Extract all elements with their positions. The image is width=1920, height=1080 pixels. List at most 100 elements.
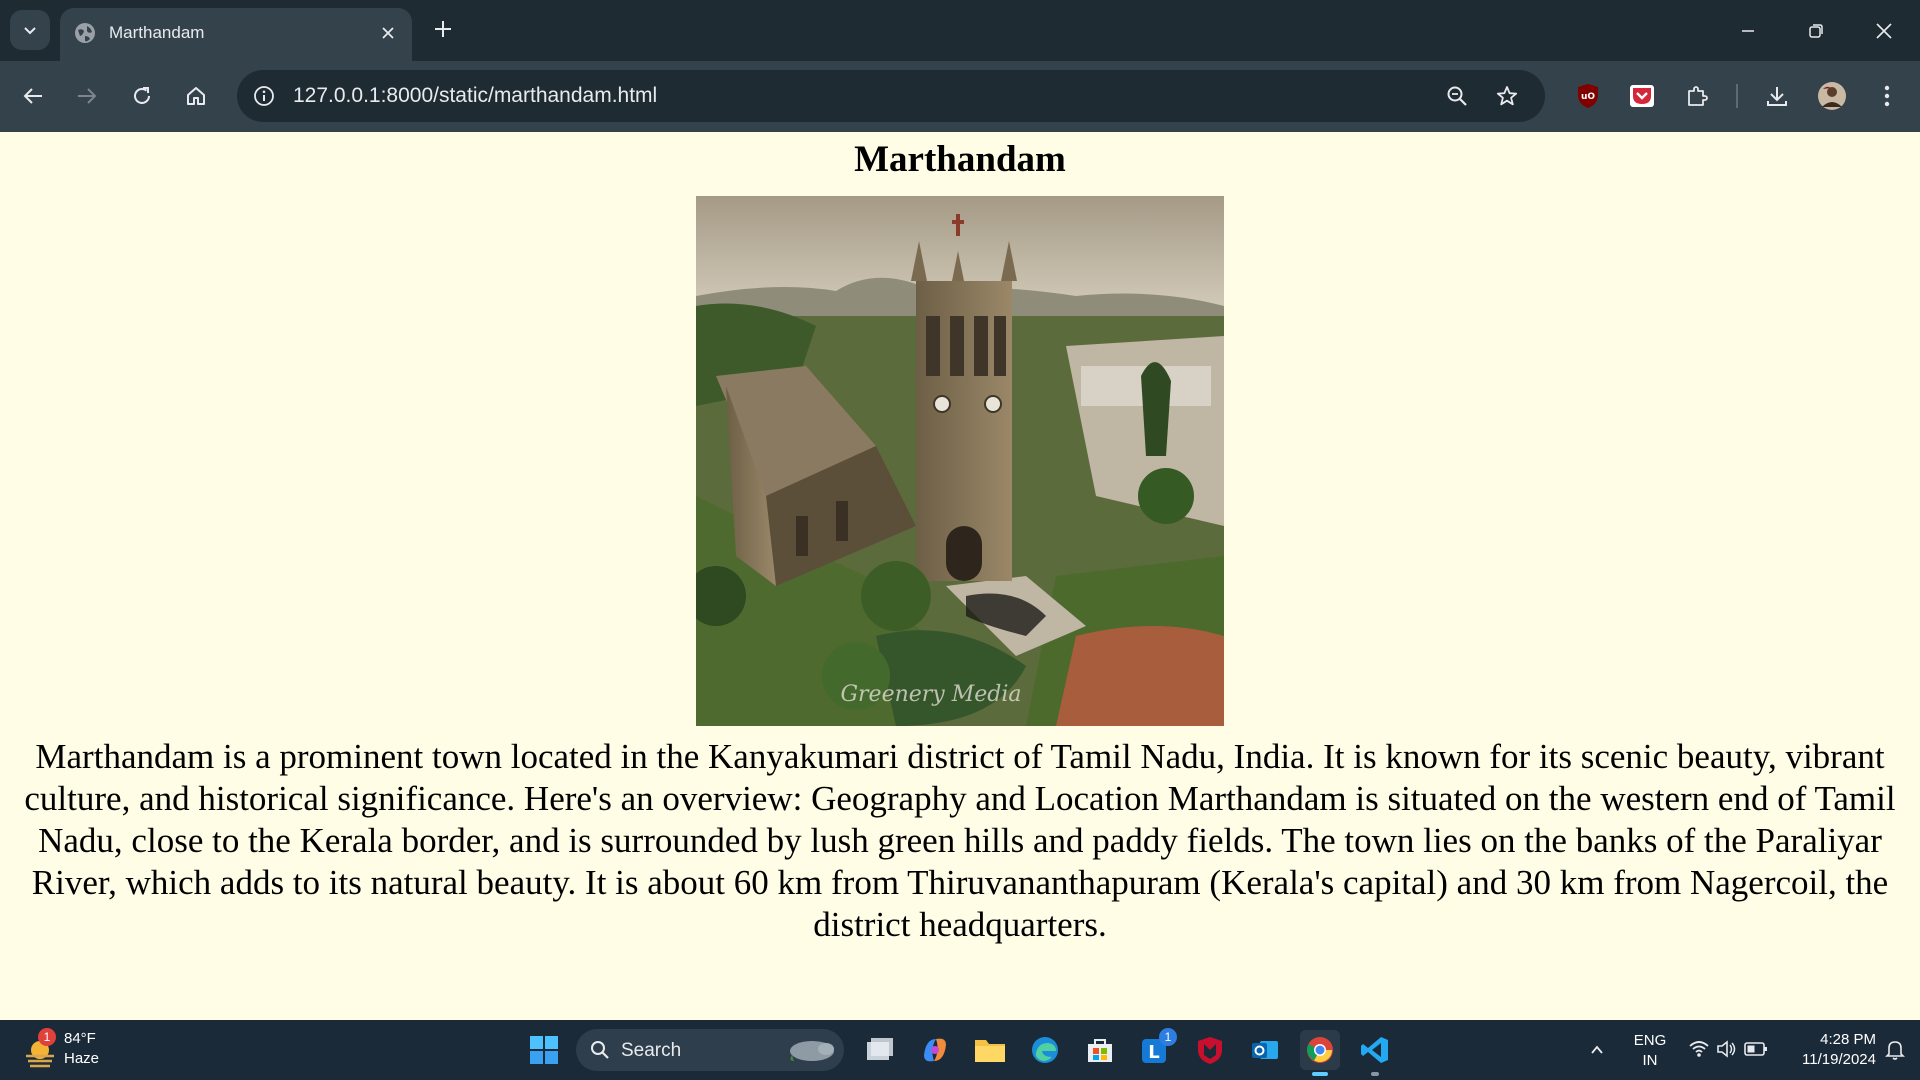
bookmark-button[interactable]: [1491, 80, 1523, 112]
volume-icon: [1717, 1040, 1736, 1058]
info-icon: [254, 86, 274, 106]
svg-text:uO: uO: [1581, 92, 1595, 102]
home-button[interactable]: [177, 77, 215, 115]
copilot-icon: [924, 1038, 946, 1062]
minimize-icon: [1742, 29, 1754, 32]
store-icon: [1088, 1039, 1112, 1062]
home-icon: [187, 87, 205, 105]
language-region: IN: [1642, 1052, 1658, 1069]
task-view-icon: [867, 1038, 893, 1060]
chrome-active-indicator: [1312, 1072, 1328, 1076]
tab-title: Marthandam: [109, 23, 205, 42]
extensions-button[interactable]: [1678, 77, 1716, 115]
weather-badge: 1: [38, 1028, 56, 1046]
url-text[interactable]: 127.0.0.1:8000/static/marthandam.html: [293, 84, 657, 108]
pocket-icon: [1630, 85, 1654, 107]
linkedin-badge: 1: [1159, 1028, 1177, 1046]
taskbar-app-task-view[interactable]: [860, 1030, 900, 1070]
minimize-button[interactable]: [1714, 0, 1782, 61]
taskbar-app-copilot[interactable]: [915, 1030, 955, 1070]
ublock-extension-button[interactable]: uO: [1569, 77, 1607, 115]
system-tray-status[interactable]: [1684, 1038, 1772, 1062]
clock-time: 4:28 PM: [1820, 1031, 1876, 1048]
tab-search-button[interactable]: [10, 10, 50, 50]
puzzle-icon: [1688, 86, 1708, 106]
browser-tab-strip: Marthandam: [0, 0, 1920, 61]
taskbar-app-edge[interactable]: [1025, 1030, 1065, 1070]
vscode-icon: [1361, 1037, 1388, 1063]
language-indicator[interactable]: ENG IN: [1624, 1030, 1676, 1070]
taskbar-app-outlook[interactable]: [1245, 1030, 1285, 1070]
battery-icon: [1744, 1042, 1767, 1056]
search-icon: [591, 1041, 609, 1059]
reload-button[interactable]: [123, 77, 161, 115]
language-code: ENG: [1633, 1032, 1667, 1049]
wifi-icon: [1689, 1041, 1709, 1057]
restore-button[interactable]: [1782, 0, 1850, 61]
profile-avatar[interactable]: [1813, 77, 1851, 115]
more-vertical-icon: [1884, 85, 1890, 107]
taskbar-search[interactable]: Search: [576, 1029, 844, 1071]
chevron-down-icon: [24, 27, 36, 35]
clock[interactable]: 4:28 PM 11/19/2024: [1780, 1030, 1876, 1070]
windows-logo-icon: [530, 1036, 558, 1064]
taskbar-app-file-explorer[interactable]: [970, 1030, 1010, 1070]
show-hidden-icons-button[interactable]: [1582, 1030, 1612, 1070]
browser-tab[interactable]: Marthandam: [60, 8, 412, 61]
start-button[interactable]: [524, 1030, 564, 1070]
close-icon: [382, 27, 394, 39]
weather-widget[interactable]: 1 84°F Haze: [14, 1020, 114, 1080]
address-bar[interactable]: 127.0.0.1:8000/static/marthandam.html: [237, 70, 1545, 122]
forward-button[interactable]: [68, 77, 106, 115]
chrome-icon: [1307, 1037, 1333, 1063]
weather-condition: Haze: [64, 1050, 100, 1067]
folder-icon: [975, 1040, 1005, 1062]
downloads-button[interactable]: [1758, 77, 1796, 115]
chevron-up-icon: [1591, 1045, 1603, 1054]
edge-icon: [1032, 1037, 1058, 1063]
outlook-icon: [1252, 1041, 1278, 1059]
download-icon: [1767, 87, 1787, 106]
new-tab-button[interactable]: [426, 12, 460, 46]
mcafee-shield-icon: [1198, 1037, 1222, 1064]
pocket-extension-button[interactable]: [1623, 77, 1661, 115]
star-icon: [1496, 86, 1518, 106]
taskbar-app-mcafee[interactable]: [1190, 1030, 1230, 1070]
taskbar-app-microsoft-store[interactable]: [1080, 1030, 1120, 1070]
avatar-icon: [1818, 82, 1846, 110]
taskbar-app-linkedin[interactable]: L 1: [1135, 1028, 1177, 1070]
arrow-right-icon: [78, 88, 97, 104]
clock-date: 11/19/2024: [1802, 1051, 1876, 1068]
windows-taskbar: 1 84°F Haze Search L 1 ENG IN 4:28 PM 11…: [0, 1020, 1920, 1080]
church-illustration: Greenery Media: [696, 196, 1224, 726]
zoom-out-icon: [1447, 86, 1467, 106]
arrow-left-icon: [23, 88, 42, 104]
church-photo: Greenery Media: [696, 196, 1224, 726]
notifications-button[interactable]: [1880, 1030, 1910, 1070]
weather-temperature: 84°F: [64, 1030, 96, 1047]
plus-icon: [435, 21, 451, 37]
description-paragraph: Marthandam is a prominent town located i…: [24, 737, 1896, 944]
restore-icon: [1809, 23, 1823, 38]
close-window-button[interactable]: [1850, 0, 1918, 61]
back-button[interactable]: [14, 77, 52, 115]
close-icon: [1876, 22, 1892, 39]
zoom-button[interactable]: [1441, 80, 1473, 112]
image-watermark: Greenery Media: [840, 682, 1021, 707]
reload-icon: [134, 87, 150, 104]
site-info-button[interactable]: [249, 81, 279, 111]
taskbar-app-vscode[interactable]: [1355, 1030, 1395, 1070]
ublock-icon: uO: [1578, 84, 1598, 108]
svg-text:L: L: [1148, 1042, 1159, 1063]
globe-icon: [75, 23, 95, 43]
browser-toolbar: 127.0.0.1:8000/static/marthandam.html uO: [0, 61, 1920, 132]
vscode-running-indicator: [1371, 1072, 1379, 1076]
page-heading: Marthandam: [854, 139, 1066, 180]
search-label: Search: [621, 1040, 682, 1061]
toolbar-separator: [1736, 84, 1738, 108]
taskbar-app-chrome[interactable]: [1300, 1030, 1340, 1070]
bell-icon: [1885, 1041, 1905, 1060]
web-page-content: Marthandam Greenery Media Marthandam is …: [0, 132, 1920, 1020]
tab-close-button[interactable]: [374, 19, 402, 47]
chrome-menu-button[interactable]: [1868, 77, 1906, 115]
